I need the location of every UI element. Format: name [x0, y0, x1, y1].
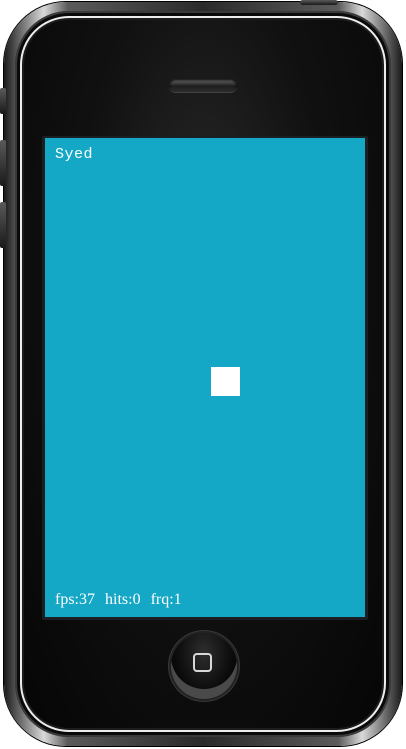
- target-square[interactable]: [211, 367, 240, 396]
- hits-counter: hits:0: [105, 591, 141, 608]
- volume-up-button[interactable]: [0, 140, 6, 186]
- device-stage: Syed fps:37 hits:0 frq:1: [0, 0, 406, 749]
- mute-switch[interactable]: [0, 88, 6, 114]
- frequency-counter: frq:1: [150, 591, 182, 608]
- sleep-wake-button[interactable]: [300, 0, 338, 5]
- player-name: Syed: [55, 146, 94, 163]
- volume-down-button[interactable]: [0, 202, 6, 248]
- stats-bar: fps:37 hits:0 frq:1: [55, 591, 182, 609]
- game-screen[interactable]: Syed fps:37 hits:0 frq:1: [45, 138, 365, 617]
- fps-counter: fps:37: [55, 591, 95, 608]
- home-button[interactable]: [171, 633, 237, 699]
- home-square-icon: [193, 653, 212, 672]
- earpiece-speaker: [169, 79, 237, 92]
